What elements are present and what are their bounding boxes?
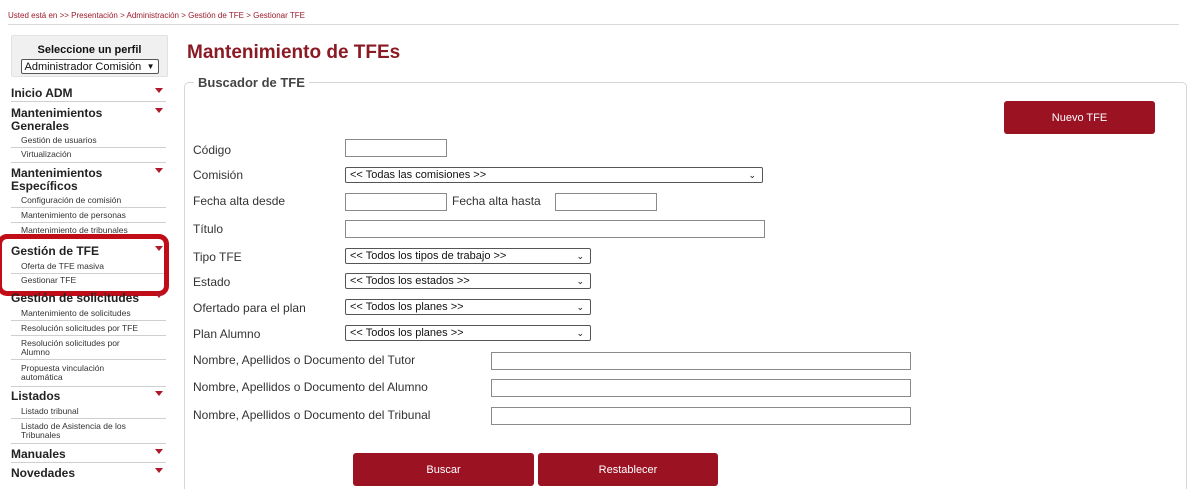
estado-select-value: << Todos los estados >> [350, 275, 470, 287]
caret-down-icon[interactable] [155, 293, 163, 298]
chevron-down-icon: ⌄ [576, 275, 584, 286]
breadcrumb: Usted está en >> Presentación > Administ… [8, 11, 305, 20]
sidebar-item-inicio[interactable]: Inicio ADM [11, 87, 73, 99]
menu-divider [11, 162, 166, 163]
search-fieldset [184, 82, 1187, 489]
profile-select-value: Administrador Comisión [24, 60, 142, 73]
menu-divider [11, 335, 166, 336]
label-titulo: Título [193, 222, 224, 236]
tutor-input[interactable] [491, 352, 911, 370]
menu-divider [11, 222, 166, 223]
menu-divider [11, 101, 166, 102]
label-ofertado: Ofertado para el plan [193, 301, 306, 315]
estado-select[interactable]: << Todos los estados >> ⌄ [345, 273, 591, 289]
reset-button[interactable]: Restablecer [538, 453, 718, 486]
caret-down-icon[interactable] [155, 449, 163, 454]
sidebar-item-mant-generales[interactable]: Mantenimientos [11, 107, 102, 119]
sidebar: Seleccione un perfil Administrador Comis… [11, 35, 168, 77]
menu-divider [11, 207, 166, 208]
menu-divider [11, 443, 166, 444]
sidebar-item-listados[interactable]: Listados [11, 390, 60, 402]
menu-divider [11, 320, 166, 321]
label-tribunal: Nombre, Apellidos o Documento del Tribun… [193, 408, 431, 422]
plan-alumno-select[interactable]: << Todos los planes >> ⌄ [345, 325, 591, 341]
sidebar-item-mant-solicitudes[interactable]: Mantenimiento de solicitudes [21, 309, 131, 318]
fecha-desde-input[interactable] [345, 193, 447, 211]
menu-divider [11, 418, 166, 419]
sidebar-item-asistencia-2[interactable]: Tribunales [21, 431, 60, 440]
label-plan-alumno: Plan Alumno [193, 327, 261, 341]
label-fecha-hasta: Fecha alta hasta [452, 194, 541, 208]
ofertado-select[interactable]: << Todos los planes >> ⌄ [345, 299, 591, 315]
search-legend: Buscador de TFE [194, 75, 309, 90]
chevron-down-icon: ⌄ [576, 327, 584, 338]
codigo-input[interactable] [345, 139, 447, 157]
tribunal-input[interactable] [491, 407, 911, 425]
search-button[interactable]: Buscar [353, 453, 534, 486]
chevron-down-icon: ⌄ [748, 169, 756, 180]
sidebar-item-gestion-usuarios[interactable]: Gestión de usuarios [21, 136, 97, 145]
label-comision: Comisión [193, 168, 244, 182]
label-fecha-desde: Fecha alta desde [193, 194, 286, 208]
alumno-input[interactable] [491, 379, 911, 397]
sidebar-item-propuesta-2[interactable]: automática [21, 373, 63, 382]
sidebar-item-gestion-solicitudes[interactable]: Gestión de solicitudes [11, 292, 139, 304]
tipo-select[interactable]: << Todos los tipos de trabajo >> ⌄ [345, 248, 591, 264]
header-divider [8, 24, 1179, 25]
caret-down-icon[interactable] [155, 168, 163, 173]
caret-down-icon[interactable] [155, 108, 163, 113]
chevron-down-icon: ▼ [146, 62, 155, 71]
label-codigo: Código [193, 143, 232, 157]
sidebar-item-resol-tfe[interactable]: Resolución solicitudes por TFE [21, 324, 138, 333]
sidebar-item-config-comision[interactable]: Configuración de comisión [21, 196, 121, 205]
chevron-down-icon: ⌄ [576, 301, 584, 312]
caret-down-icon[interactable] [155, 391, 163, 396]
ofertado-select-value: << Todos los planes >> [350, 301, 464, 313]
profile-box: Seleccione un perfil Administrador Comis… [11, 35, 168, 77]
sidebar-item-mant-especificos[interactable]: Mantenimientos [11, 167, 102, 179]
sidebar-item-mant-personas[interactable]: Mantenimiento de personas [21, 211, 126, 220]
tipo-select-value: << Todos los tipos de trabajo >> [350, 250, 507, 262]
menu-divider [11, 147, 166, 148]
plan-alumno-select-value: << Todos los planes >> [350, 327, 464, 339]
sidebar-item-mant-generales-2[interactable]: Generales [11, 120, 69, 132]
label-alumno: Nombre, Apellidos o Documento del Alumno [193, 380, 428, 394]
caret-down-icon[interactable] [155, 468, 163, 473]
label-tutor: Nombre, Apellidos o Documento del Tutor [193, 353, 416, 367]
highlight-annotation [0, 234, 169, 296]
comision-select[interactable]: << Todas las comisiones >> ⌄ [345, 167, 763, 183]
new-tfe-button[interactable]: Nuevo TFE [1004, 101, 1155, 134]
comision-select-value: << Todas las comisiones >> [350, 169, 487, 181]
sidebar-item-novedades[interactable]: Novedades [11, 467, 75, 479]
sidebar-item-resol-alumno-2[interactable]: Alumno [21, 348, 50, 357]
profile-select[interactable]: Administrador Comisión ▼ [20, 59, 159, 74]
menu-divider [11, 462, 166, 463]
fecha-hasta-input[interactable] [555, 193, 657, 211]
sidebar-item-virtualizacion[interactable]: Virtualización [21, 150, 71, 159]
menu-divider [11, 359, 166, 360]
chevron-down-icon: ⌄ [576, 250, 584, 261]
titulo-input[interactable] [345, 220, 765, 238]
sidebar-item-manuales[interactable]: Manuales [11, 448, 66, 460]
caret-down-icon[interactable] [155, 88, 163, 93]
sidebar-item-listado-tribunal[interactable]: Listado tribunal [21, 407, 79, 416]
label-estado: Estado [193, 275, 231, 289]
menu-divider [11, 386, 166, 387]
label-tipo: Tipo TFE [193, 250, 242, 264]
sidebar-item-mant-especificos-2[interactable]: Específicos [11, 180, 78, 192]
profile-title: Seleccione un perfil [37, 44, 142, 56]
page-title: Mantenimiento de TFEs [187, 42, 401, 63]
